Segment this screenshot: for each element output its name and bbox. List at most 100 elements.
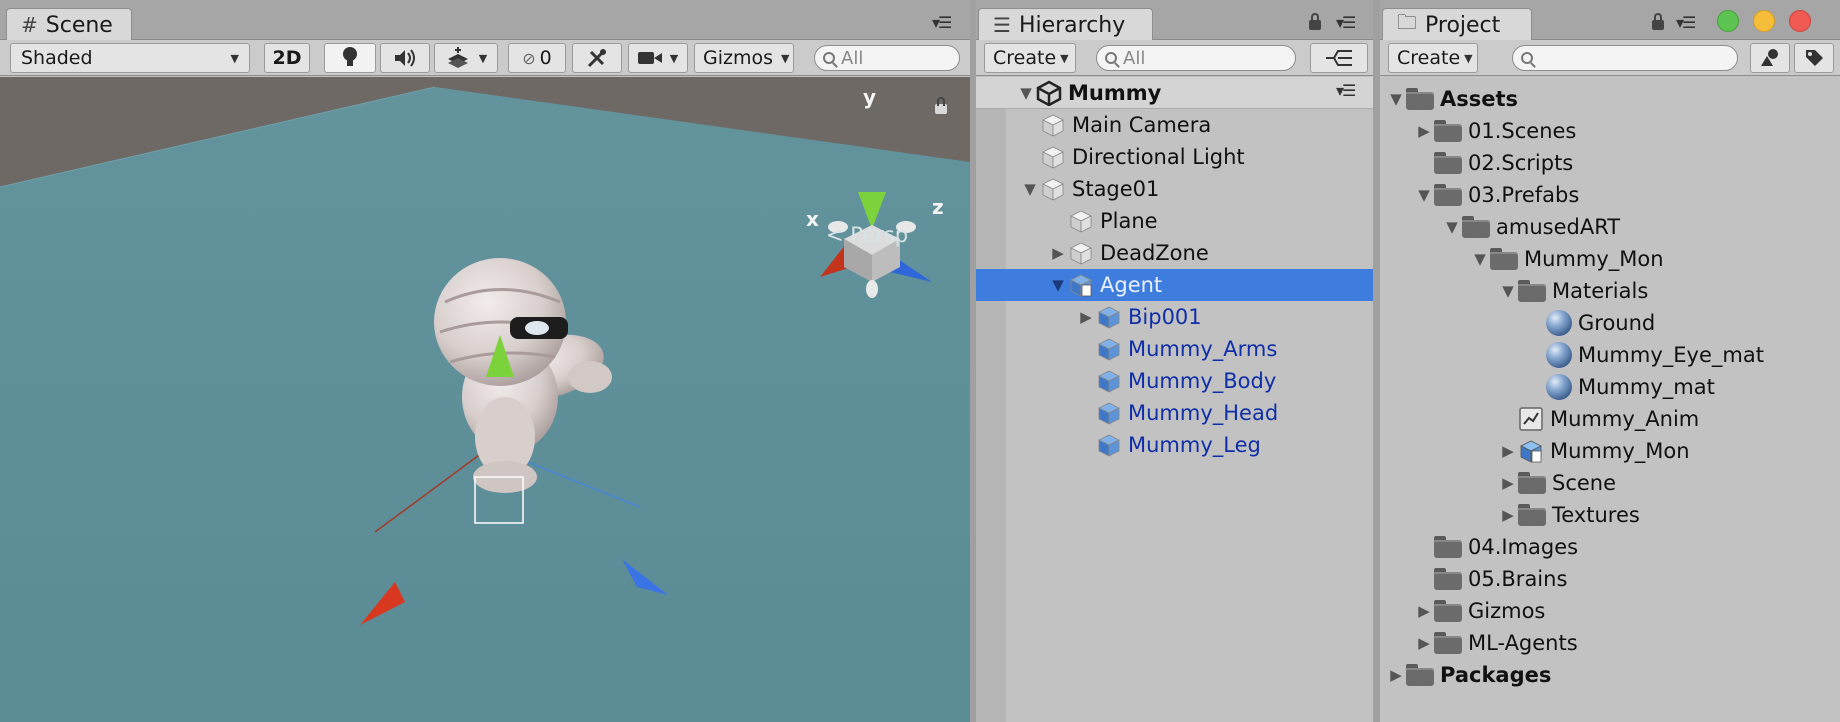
tools-toggle[interactable]	[572, 43, 622, 73]
project-item[interactable]: 05.Brains	[1380, 563, 1840, 595]
hierarchy-create-button[interactable]: Create ▼	[984, 43, 1076, 73]
hierarchy-tab[interactable]: ☰ Hierarchy	[978, 8, 1153, 41]
hierarchy-item[interactable]: Mummy_Body	[976, 365, 1373, 397]
folder-tab-icon: 🗀	[1397, 10, 1417, 34]
eye-slash-icon: ⊘	[522, 48, 536, 68]
hierarchy-item[interactable]: Main Camera	[976, 109, 1373, 141]
panel-menu-icon[interactable]: ▾☰	[1336, 13, 1356, 32]
project-search-input[interactable]	[1512, 45, 1738, 71]
panel-menu-icon[interactable]: ▾☰	[1676, 13, 1696, 32]
collapsed-arrow-icon[interactable]: ▶	[1048, 244, 1068, 262]
project-item[interactable]: ▶ Gizmos	[1380, 595, 1840, 627]
gameobject-cube-icon	[1042, 114, 1064, 137]
scene-menu-icon[interactable]: ▾☰	[1336, 81, 1356, 100]
hidden-objects-toggle[interactable]: ⊘ 0	[508, 43, 566, 73]
project-item[interactable]: ▼ Mummy_Mon	[1380, 243, 1840, 275]
hierarchy-item[interactable]: ▶ DeadZone	[976, 237, 1373, 269]
panel-menu-icon[interactable]: ▾☰	[932, 13, 952, 32]
hierarchy-item-label: Stage01	[1072, 177, 1160, 201]
hierarchy-item[interactable]: ▼ Stage01	[976, 173, 1373, 205]
filter-by-type-button[interactable]	[1750, 43, 1790, 73]
project-item[interactable]: Mummy_mat	[1380, 371, 1840, 403]
collapsed-arrow-icon[interactable]: ▶	[1498, 474, 1518, 492]
gizmo-label-y: y	[863, 85, 877, 109]
hierarchy-item-label: Bip001	[1128, 305, 1202, 329]
prefab-cube-icon	[1098, 338, 1120, 361]
effects-dropdown[interactable]: ▼	[434, 43, 498, 73]
project-item[interactable]: Mummy_Anim	[1380, 403, 1840, 435]
hierarchy-options-button[interactable]	[1310, 43, 1368, 73]
project-item[interactable]: ▶ Textures	[1380, 499, 1840, 531]
project-item[interactable]: ▼ amusedART	[1380, 211, 1840, 243]
project-item[interactable]: Ground	[1380, 307, 1840, 339]
window-close-button[interactable]	[1789, 10, 1811, 32]
project-item[interactable]: ▼ Assets	[1380, 83, 1840, 115]
audio-toggle[interactable]	[380, 43, 430, 73]
mode-2d-button[interactable]: 2D	[264, 43, 310, 73]
project-item-label: Mummy_Mon	[1524, 247, 1664, 271]
project-item[interactable]: Mummy_Eye_mat	[1380, 339, 1840, 371]
hierarchy-item[interactable]: ▶ Bip001	[976, 301, 1373, 333]
scene-viewport[interactable]: y x z < Persp	[0, 77, 970, 722]
gameobject-cube-icon	[1070, 242, 1092, 265]
collapsed-arrow-icon[interactable]: ▶	[1076, 308, 1096, 326]
project-item[interactable]: 04.Images	[1380, 531, 1840, 563]
speaker-icon	[395, 49, 415, 67]
search-icon	[823, 52, 835, 64]
lighting-toggle[interactable]	[324, 43, 376, 73]
hierarchy-item[interactable]: Mummy_Arms	[976, 333, 1373, 365]
scene-render	[0, 77, 970, 722]
window-minimize-button[interactable]	[1753, 10, 1775, 32]
collapsed-arrow-icon[interactable]: ▶	[1414, 122, 1434, 140]
project-item[interactable]: ▶ 01.Scenes	[1380, 115, 1840, 147]
expanded-arrow-icon[interactable]: ▼	[1470, 250, 1490, 268]
collapsed-arrow-icon[interactable]: ▶	[1414, 634, 1434, 652]
folder-icon	[1406, 664, 1434, 686]
project-panel: 🗀 Project ▾☰ Create ▼ ▼ Assets ▶ 01.Scen…	[1380, 0, 1840, 722]
collapsed-arrow-icon[interactable]: ▶	[1498, 442, 1518, 460]
project-item[interactable]: ▶ ML-Agents	[1380, 627, 1840, 659]
hierarchy-item[interactable]: Plane	[976, 205, 1373, 237]
expanded-arrow-icon[interactable]: ▼	[1414, 186, 1434, 204]
hierarchy-search-input[interactable]: All	[1096, 45, 1296, 71]
window-zoom-button[interactable]	[1717, 10, 1739, 32]
expanded-arrow-icon[interactable]: ▼	[1048, 276, 1068, 294]
project-item[interactable]: ▶ Mummy_Mon	[1380, 435, 1840, 467]
project-item[interactable]: ▶ Packages	[1380, 659, 1840, 691]
scene-toolbar: Shaded ▼ 2D ▼ ⊘ 0 ▼ Gizmos ▼ All	[0, 40, 970, 76]
hierarchy-item-label: Directional Light	[1072, 145, 1245, 169]
project-item[interactable]: ▶ Scene	[1380, 467, 1840, 499]
scene-root-row[interactable]: ▼ Mummy ▾☰	[976, 77, 1373, 109]
view-lock-icon[interactable]	[935, 97, 947, 114]
scene-search-input[interactable]: All	[814, 45, 960, 71]
hierarchy-lock-icon[interactable]	[1309, 13, 1321, 30]
project-tab[interactable]: 🗀 Project	[1382, 8, 1532, 41]
hierarchy-item[interactable]: Mummy_Head	[976, 397, 1373, 429]
expanded-arrow-icon[interactable]: ▼	[1442, 218, 1462, 236]
project-create-button[interactable]: Create ▼	[1388, 43, 1478, 73]
caret-down-icon: ▼	[478, 51, 488, 65]
gizmos-dropdown[interactable]: Gizmos ▼	[694, 43, 794, 73]
grid-icon: #	[21, 13, 38, 37]
filter-by-label-button[interactable]	[1794, 43, 1834, 73]
collapsed-arrow-icon[interactable]: ▶	[1414, 602, 1434, 620]
folder-icon	[1434, 120, 1462, 142]
collapsed-arrow-icon[interactable]: ▶	[1386, 666, 1406, 684]
expanded-arrow-icon[interactable]: ▼	[1498, 282, 1518, 300]
project-lock-icon[interactable]	[1652, 13, 1664, 30]
collapsed-arrow-icon[interactable]: ▶	[1498, 506, 1518, 524]
project-item[interactable]: ▼ 03.Prefabs	[1380, 179, 1840, 211]
expanded-arrow-icon[interactable]: ▼	[1016, 84, 1036, 102]
hierarchy-item[interactable]: Mummy_Leg	[976, 429, 1373, 461]
camera-dropdown[interactable]: ▼	[628, 43, 688, 73]
expanded-arrow-icon[interactable]: ▼	[1020, 180, 1040, 198]
folder-icon	[1434, 536, 1462, 558]
shading-mode-dropdown[interactable]: Shaded ▼	[10, 43, 250, 73]
expanded-arrow-icon[interactable]: ▼	[1386, 90, 1406, 108]
project-item[interactable]: 02.Scripts	[1380, 147, 1840, 179]
hierarchy-item[interactable]: Directional Light	[976, 141, 1373, 173]
project-item[interactable]: ▼ Materials	[1380, 275, 1840, 307]
projection-toggle[interactable]: < Persp	[826, 223, 908, 247]
scene-tab[interactable]: # Scene	[6, 8, 132, 41]
hierarchy-item[interactable]: ▼ Agent	[976, 269, 1373, 301]
